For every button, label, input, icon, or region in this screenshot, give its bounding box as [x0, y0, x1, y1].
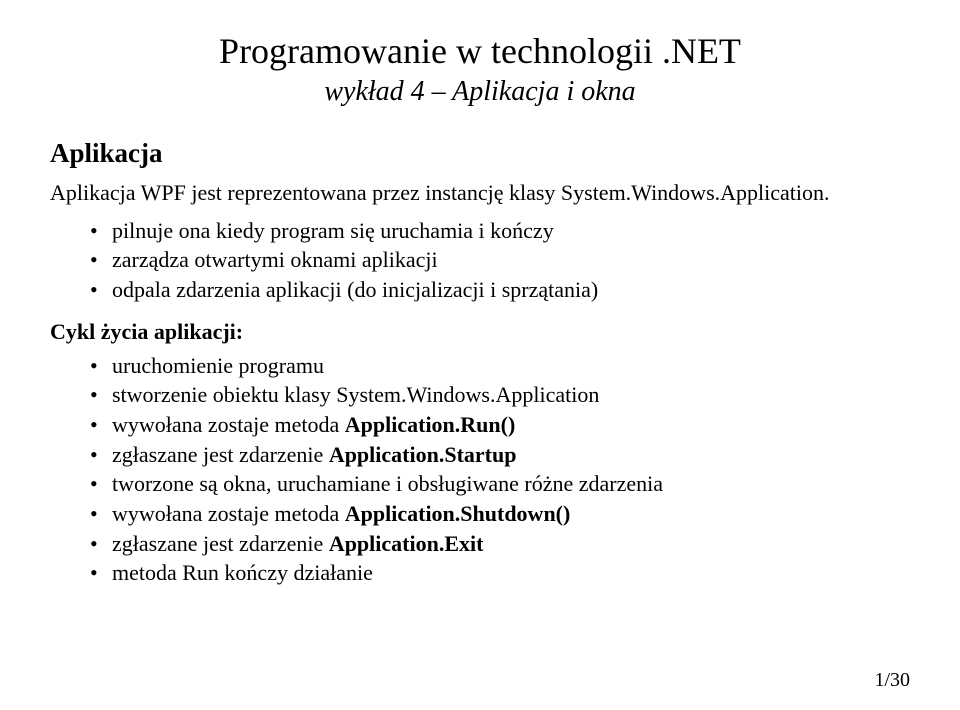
list-item-bold: Application.Shutdown() [345, 501, 571, 526]
list-item: zgłaszane jest zdarzenie Application.Exi… [90, 529, 910, 559]
list-item: stworzenie obiektu klasy System.Windows.… [90, 380, 910, 410]
list-item: uruchomienie programu [90, 351, 910, 381]
page-number: 1/30 [874, 669, 910, 692]
title-block: Programowanie w technologii .NET wykład … [50, 30, 910, 108]
bullet-list-1: pilnuje ona kiedy program się uruchamia … [50, 216, 910, 305]
list-item: tworzone są okna, uruchamiane i obsługiw… [90, 469, 910, 499]
list-item-bold: Application.Run() [345, 412, 516, 437]
list-item: odpala zdarzenia aplikacji (do inicjaliz… [90, 275, 910, 305]
list-item: zarządza otwartymi oknami aplikacji [90, 245, 910, 275]
bullet-list-2: uruchomienie programu stworzenie obiektu… [50, 351, 910, 589]
list-item: metoda Run kończy działanie [90, 558, 910, 588]
list-item: wywołana zostaje metoda Application.Shut… [90, 499, 910, 529]
list-item-pre: zgłaszane jest zdarzenie [112, 442, 329, 467]
subtitle: wykład 4 – Aplikacja i okna [50, 76, 910, 108]
list-item: pilnuje ona kiedy program się uruchamia … [90, 216, 910, 246]
list-item-pre: zgłaszane jest zdarzenie [112, 531, 329, 556]
list-item-pre: wywołana zostaje metoda [112, 412, 345, 437]
list-item-bold: Application.Exit [329, 531, 484, 556]
main-title: Programowanie w technologii .NET [50, 30, 910, 72]
subheading-cykl: Cykl życia aplikacji: [50, 319, 910, 345]
list-item-bold: Application.Startup [329, 442, 517, 467]
list-item: wywołana zostaje metoda Application.Run(… [90, 410, 910, 440]
intro-text: Aplikacja WPF jest reprezentowana przez … [50, 179, 910, 208]
list-item-pre: wywołana zostaje metoda [112, 501, 345, 526]
section-heading-aplikacja: Aplikacja [50, 138, 910, 169]
list-item: zgłaszane jest zdarzenie Application.Sta… [90, 440, 910, 470]
